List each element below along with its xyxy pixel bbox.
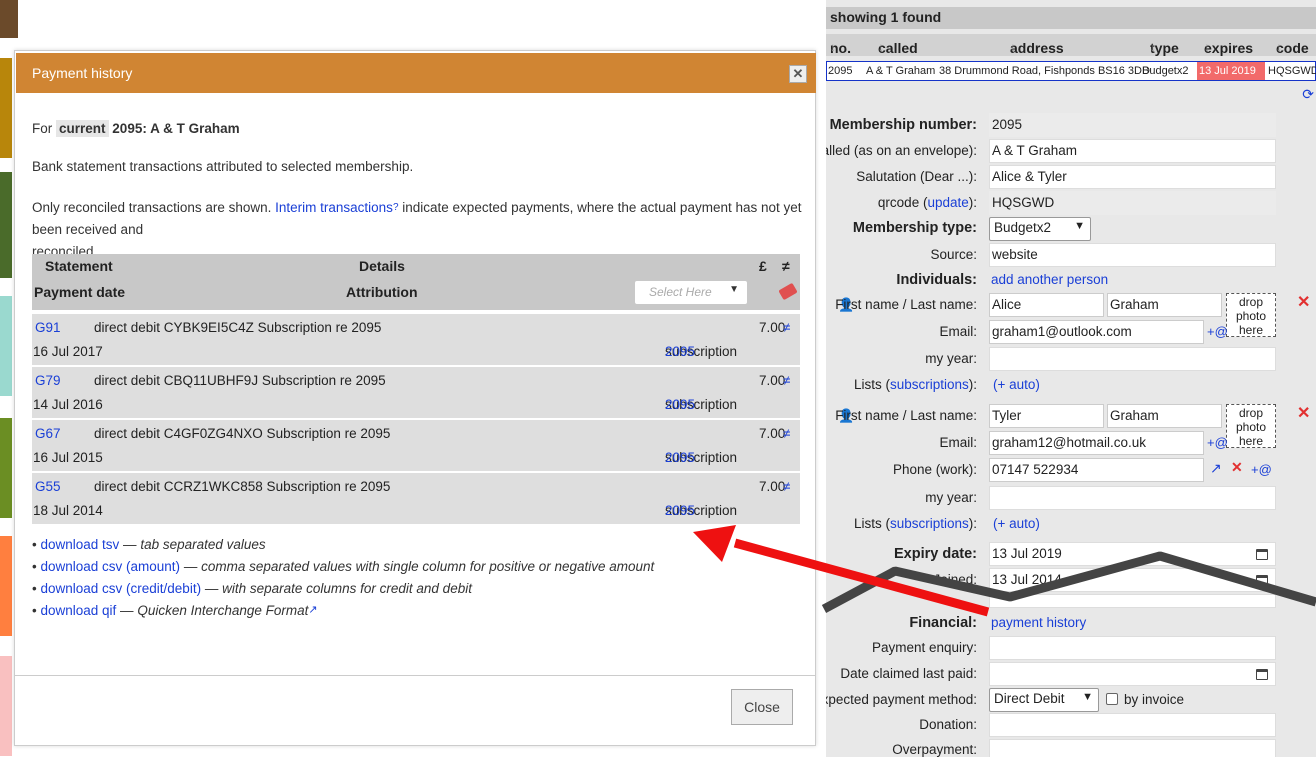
annotation-overlay	[693, 525, 1316, 617]
grey-scribble-line	[821, 551, 1316, 613]
red-arrow-head	[693, 525, 736, 562]
red-arrow-line	[733, 538, 990, 617]
